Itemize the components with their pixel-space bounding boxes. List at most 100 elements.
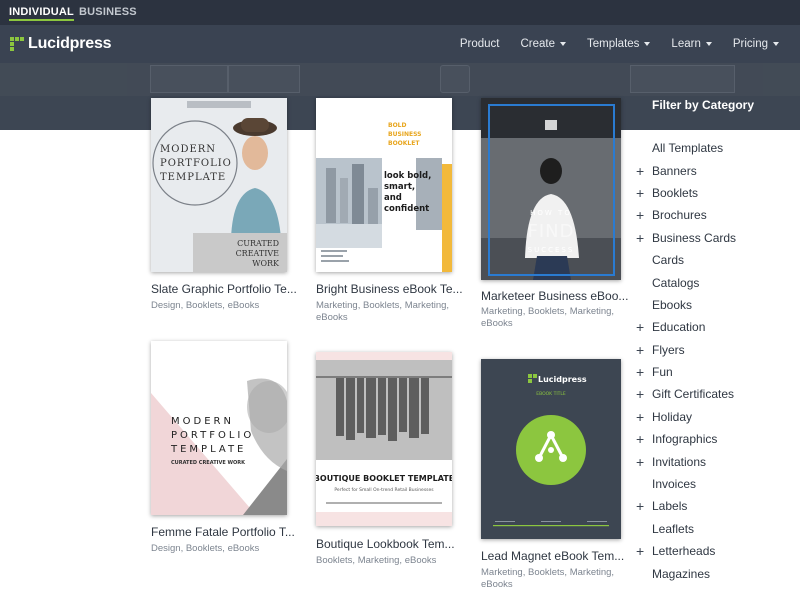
svg-text:SUCCESS: SUCCESS bbox=[528, 246, 575, 254]
svg-text:CREATIVE: CREATIVE bbox=[236, 249, 280, 258]
category-item[interactable]: Magazines bbox=[636, 562, 736, 584]
category-item[interactable]: + Booklets bbox=[636, 182, 736, 204]
category-filter-list: All Templates + Banners + Booklets + Brochures… bbox=[636, 137, 736, 585]
tab-individual[interactable]: INDIVIDUAL bbox=[9, 6, 74, 21]
template-thumbnail[interactable]: MODERN PORTFOLIO TEMPLATE CURATED CREATI… bbox=[151, 98, 287, 272]
nav-product[interactable]: Product bbox=[460, 38, 500, 50]
nav-templates[interactable]: Templates bbox=[587, 38, 651, 50]
template-title[interactable]: Slate Graphic Portfolio Te... bbox=[151, 282, 297, 296]
category-item[interactable]: + Business Cards bbox=[636, 227, 736, 249]
category-item[interactable]: + Banners bbox=[636, 159, 736, 181]
template-tags: Design, Booklets, eBooks bbox=[151, 300, 260, 311]
category-label: Invoices bbox=[652, 477, 697, 492]
plus-icon[interactable]: + bbox=[636, 455, 652, 469]
category-label: Infographics bbox=[652, 432, 718, 447]
svg-text:Perfect for Small On-trend Ret: Perfect for Small On-trend Retail Busine… bbox=[334, 487, 434, 493]
category-item[interactable]: + Gift Certificates bbox=[636, 383, 736, 405]
logo[interactable]: Lucidpress bbox=[10, 35, 112, 53]
template-thumbnail[interactable]: BOUTIQUE BOOKLET TEMPLATE Perfect for Sm… bbox=[316, 352, 452, 526]
svg-text:smart,: smart, bbox=[384, 182, 415, 192]
category-item[interactable]: + Labels bbox=[636, 495, 736, 517]
template-title[interactable]: Femme Fatale Portfolio T... bbox=[151, 525, 295, 539]
category-label: Brochures bbox=[652, 208, 707, 223]
filter-heading: Filter by Category bbox=[652, 98, 755, 112]
category-label: Cards bbox=[652, 253, 685, 268]
plus-icon[interactable]: + bbox=[636, 231, 652, 245]
category-item[interactable]: Cards bbox=[636, 249, 736, 271]
category-item[interactable]: Ebooks bbox=[636, 294, 736, 316]
svg-text:PORTFOLIO: PORTFOLIO bbox=[160, 158, 232, 169]
template-title[interactable]: Bright Business eBook Te... bbox=[316, 282, 463, 296]
template-thumbnail[interactable]: HOW TO FIND SUCCESS bbox=[481, 98, 621, 280]
category-item[interactable]: + Education bbox=[636, 316, 736, 338]
category-item[interactable]: Catalogs bbox=[636, 271, 736, 293]
category-item[interactable]: + Fun bbox=[636, 361, 736, 383]
svg-text:CURATED CREATIVE WORK: CURATED CREATIVE WORK bbox=[171, 460, 246, 466]
category-item[interactable]: + Brochures bbox=[636, 204, 736, 226]
plus-icon[interactable]: + bbox=[636, 164, 652, 178]
plus-icon[interactable]: + bbox=[636, 320, 652, 334]
svg-text:confident: confident bbox=[384, 204, 429, 214]
template-title[interactable]: Lead Magnet eBook Tem... bbox=[481, 549, 624, 563]
category-item[interactable]: Invoices bbox=[636, 473, 736, 495]
svg-text:BOLD: BOLD bbox=[388, 122, 406, 129]
category-item[interactable]: + Infographics bbox=[636, 428, 736, 450]
main-nav: Lucidpress Product Create Templates Lear… bbox=[0, 25, 800, 63]
category-item[interactable]: + Flyers bbox=[636, 339, 736, 361]
category-label: Leaflets bbox=[652, 521, 695, 536]
nav-pricing[interactable]: Pricing bbox=[733, 38, 779, 50]
nav-create[interactable]: Create bbox=[520, 38, 566, 50]
template-tags: Marketing, Booklets, Marketing, eBooks bbox=[481, 306, 615, 329]
category-label: Booklets bbox=[652, 185, 699, 200]
plus-icon[interactable]: + bbox=[636, 499, 652, 513]
template-thumbnail[interactable]: MODERN PORTFOLIO TEMPLATE CURATED CREATI… bbox=[151, 341, 287, 515]
plus-icon[interactable]: + bbox=[636, 544, 652, 558]
category-item[interactable]: Leaflets bbox=[636, 518, 736, 540]
plus-icon[interactable]: + bbox=[636, 432, 652, 446]
chevron-down-icon bbox=[773, 42, 779, 46]
svg-text:BOUTIQUE BOOKLET TEMPLATE: BOUTIQUE BOOKLET TEMPLATE bbox=[316, 474, 452, 483]
category-label: Labels bbox=[652, 499, 688, 514]
plus-icon[interactable]: + bbox=[636, 208, 652, 222]
category-item[interactable]: All Templates bbox=[636, 137, 736, 159]
category-label: Holiday bbox=[652, 409, 693, 424]
plus-icon[interactable]: + bbox=[636, 410, 652, 424]
template-tags: Design, Booklets, eBooks bbox=[151, 543, 260, 554]
template-thumbnail[interactable]: Lucidpress EBOOK TITLE bbox=[481, 359, 621, 539]
category-item[interactable]: + Holiday bbox=[636, 406, 736, 428]
plus-icon[interactable]: + bbox=[636, 387, 652, 401]
svg-text:HOW TO: HOW TO bbox=[530, 209, 572, 217]
tab-business[interactable]: BUSINESS bbox=[79, 6, 137, 18]
template-tags: Marketing, Booklets, Marketing, eBooks bbox=[316, 300, 450, 323]
nav-links: Product Create Templates Learn Pricing bbox=[460, 25, 800, 63]
svg-text:and: and bbox=[384, 193, 402, 203]
template-title[interactable]: Boutique Lookbook Tem... bbox=[316, 537, 455, 551]
category-label: Catalogs bbox=[652, 275, 700, 290]
svg-text:BOOKLET: BOOKLET bbox=[388, 140, 420, 147]
svg-text:FIND: FIND bbox=[528, 221, 575, 242]
svg-text:MODERN: MODERN bbox=[160, 144, 216, 155]
category-item[interactable]: + Invitations bbox=[636, 450, 736, 472]
lucidpress-logo-icon bbox=[10, 37, 24, 51]
category-item[interactable]: + Letterheads bbox=[636, 540, 736, 562]
chevron-down-icon bbox=[644, 42, 651, 46]
svg-text:PORTFOLIO: PORTFOLIO bbox=[171, 430, 254, 441]
svg-text:WORK: WORK bbox=[252, 259, 280, 268]
svg-text:MODERN: MODERN bbox=[171, 416, 234, 427]
account-bar: INDIVIDUAL BUSINESS bbox=[0, 0, 800, 25]
category-label: Banners bbox=[652, 163, 697, 178]
svg-text:EBOOK TITLE: EBOOK TITLE bbox=[536, 391, 566, 397]
nav-learn[interactable]: Learn bbox=[671, 38, 712, 50]
category-label: Fun bbox=[652, 365, 673, 380]
template-title[interactable]: Marketeer Business eBoo... bbox=[481, 289, 628, 303]
template-tags: Marketing, Booklets, Marketing, eBooks bbox=[481, 567, 615, 590]
category-label: All Templates bbox=[652, 141, 724, 156]
plus-icon[interactable]: + bbox=[636, 343, 652, 357]
svg-text:Lucidpress: Lucidpress bbox=[538, 375, 587, 384]
plus-icon[interactable]: + bbox=[636, 365, 652, 379]
category-label: Gift Certificates bbox=[652, 387, 735, 402]
template-thumbnail[interactable]: BOLD BUSINESS BOOKLET look bold, smart, … bbox=[316, 98, 452, 272]
category-label: Letterheads bbox=[652, 544, 716, 559]
plus-icon[interactable]: + bbox=[636, 186, 652, 200]
template-tags: Booklets, Marketing, eBooks bbox=[316, 555, 437, 566]
